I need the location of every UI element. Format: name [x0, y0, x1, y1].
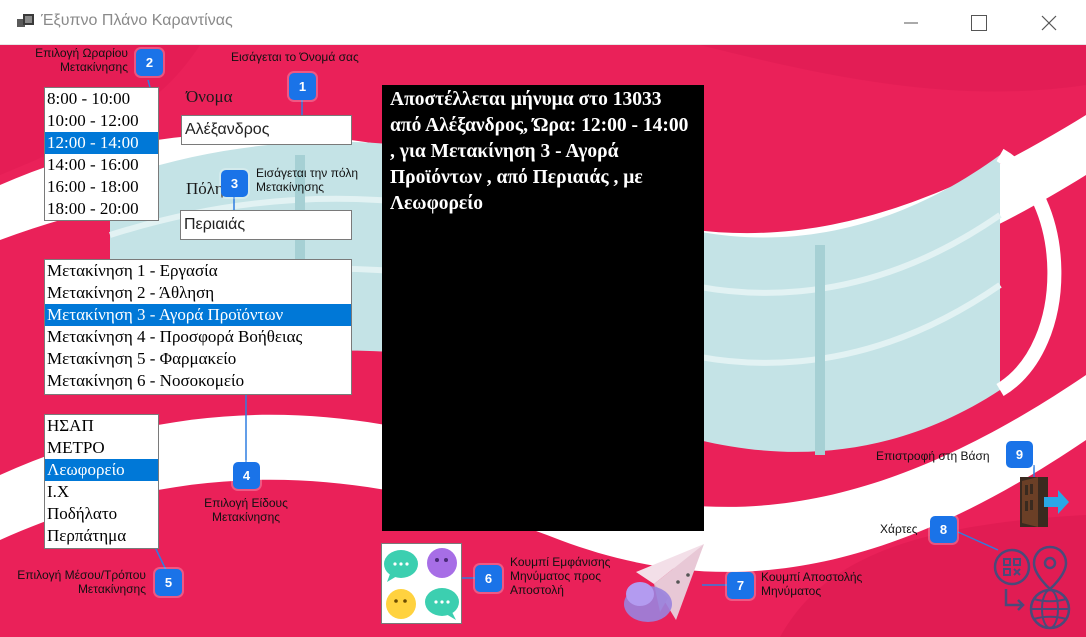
show-message-hint-line1: Κουμπί Εμφάνισης — [510, 555, 611, 569]
name-hint: Εισάγεται το Όνομά σας — [231, 50, 359, 64]
city-label: Πόλη — [186, 179, 224, 198]
schedule-hint: Επιλογή Ωραρίου Μετακίνησης — [4, 46, 128, 74]
close-icon — [1041, 15, 1057, 30]
map-location-icon — [993, 545, 1071, 630]
maps-hint: Χάρτες — [880, 522, 918, 536]
badge-5: 5 — [155, 569, 182, 596]
schedule-option[interactable]: 12:00 - 14:00 — [45, 132, 158, 154]
send-hint-line2: Μηνύματος — [761, 584, 822, 598]
movement-type-hint-line1: Επιλογή Είδους — [204, 496, 288, 510]
transport-option[interactable]: Περπάτημα — [45, 525, 158, 547]
send-button[interactable] — [616, 542, 706, 624]
badge-1: 1 — [289, 73, 316, 100]
badge-3: 3 — [221, 170, 248, 197]
title-bar: Έξυπνο Πλάνο Καραντίνας — [0, 0, 1086, 45]
message-preview: Αποστέλλεται μήνυμα στο 13033 από Αλέξαν… — [382, 85, 704, 531]
exit-door-icon — [1020, 477, 1069, 527]
transport-hint-line2: Μετακίνησης — [77, 582, 146, 596]
main-panel: Επιλογή Ωραρίου Μετακίνησης 2 8:00 - 10:… — [0, 45, 1086, 637]
minimize-button[interactable] — [888, 0, 934, 45]
transport-option[interactable]: ΗΣΑΠ — [45, 415, 158, 437]
schedule-option[interactable]: 8:00 - 10:00 — [45, 88, 158, 110]
window-title: Έξυπνο Πλάνο Καραντίνας — [41, 12, 233, 29]
movement-type-hint: Επιλογή Είδους Μετακίνησης — [188, 496, 304, 524]
badge-4: 4 — [233, 462, 260, 489]
paper-plane-icon — [624, 544, 704, 622]
movement-type-option[interactable]: Μετακίνηση 3 - Αγορά Προϊόντων — [45, 304, 351, 326]
transport-option[interactable]: Ποδήλατο — [45, 503, 158, 525]
badge-8: 8 — [930, 516, 957, 543]
show-message-hint-line3: Αποστολή — [510, 583, 564, 597]
close-button[interactable] — [1026, 0, 1072, 45]
show-message-hint-line2: Μηνύματος προς — [510, 569, 602, 583]
schedule-hint-line2: Μετακίνησης — [59, 60, 128, 74]
schedule-hint-line1: Επιλογή Ωραρίου — [35, 46, 128, 60]
schedule-listbox[interactable]: 8:00 - 10:00 10:00 - 12:00 12:00 - 14:00 14… — [44, 87, 159, 221]
badge-6: 6 — [475, 565, 502, 592]
movement-type-option[interactable]: Μετακίνηση 2 - Άθληση — [45, 282, 351, 304]
home-button[interactable] — [1018, 475, 1070, 529]
schedule-option[interactable]: 18:00 - 20:00 — [45, 198, 158, 220]
send-hint: Κουμπί Αποστολής Μηνύματος — [761, 570, 862, 598]
chat-bubbles-icon — [384, 548, 459, 620]
movement-type-option[interactable]: Μετακίνηση 5 - Φαρμακείο — [45, 348, 351, 370]
name-label: Όνομα — [186, 87, 233, 106]
transport-option[interactable]: ΜΕΤΡΟ — [45, 437, 158, 459]
show-message-hint: Κουμπί Εμφάνισης Μηνύματος προς Αποστολή — [510, 555, 610, 597]
maximize-button[interactable] — [956, 0, 1002, 45]
badge-2: 2 — [136, 49, 163, 76]
movement-type-listbox[interactable]: Μετακίνηση 1 - Εργασία Μετακίνηση 2 - Άθλ… — [44, 259, 352, 395]
city-hint: Εισάγεται την πόλη Μετακίνησης — [256, 166, 358, 194]
city-input[interactable]: Περιαιάς — [180, 210, 352, 240]
maximize-icon — [971, 14, 987, 31]
city-hint-line1: Εισάγεται την πόλη — [256, 166, 359, 180]
minimize-icon — [904, 22, 918, 23]
home-hint: Επιστροφή στη Βάση — [876, 449, 990, 463]
transport-option[interactable]: Λεωφορείο — [45, 459, 158, 481]
schedule-option[interactable]: 10:00 - 12:00 — [45, 110, 158, 132]
maps-button[interactable] — [992, 545, 1074, 631]
badge-9: 9 — [1006, 441, 1033, 468]
app-icon — [17, 14, 34, 27]
send-hint-line1: Κουμπί Αποστολής — [761, 570, 863, 584]
schedule-option[interactable]: 16:00 - 18:00 — [45, 176, 158, 198]
badge-7: 7 — [727, 572, 754, 599]
movement-type-option[interactable]: Μετακίνηση 6 - Νοσοκομείο — [45, 370, 351, 392]
schedule-option[interactable]: 14:00 - 16:00 — [45, 154, 158, 176]
show-message-button[interactable] — [381, 543, 462, 624]
movement-type-option[interactable]: Μετακίνηση 1 - Εργασία — [45, 260, 351, 282]
name-input[interactable]: Αλέξανδρος — [181, 115, 352, 145]
transport-hint: Επιλογή Μέσου/Τρόπου Μετακίνησης — [2, 568, 146, 596]
transport-listbox[interactable]: ΗΣΑΠ ΜΕΤΡΟ Λεωφορείο Ι.Χ Ποδήλατο Περπάτημα — [44, 414, 159, 549]
transport-option[interactable]: Ι.Χ — [45, 481, 158, 503]
movement-type-hint-line2: Μετακίνησης — [211, 510, 281, 524]
transport-hint-line1: Επιλογή Μέσου/Τρόπου — [17, 568, 146, 582]
city-hint-line2: Μετακίνησης — [256, 180, 325, 194]
movement-type-option[interactable]: Μετακίνηση 4 - Προσφορά Βοήθειας — [45, 326, 351, 348]
